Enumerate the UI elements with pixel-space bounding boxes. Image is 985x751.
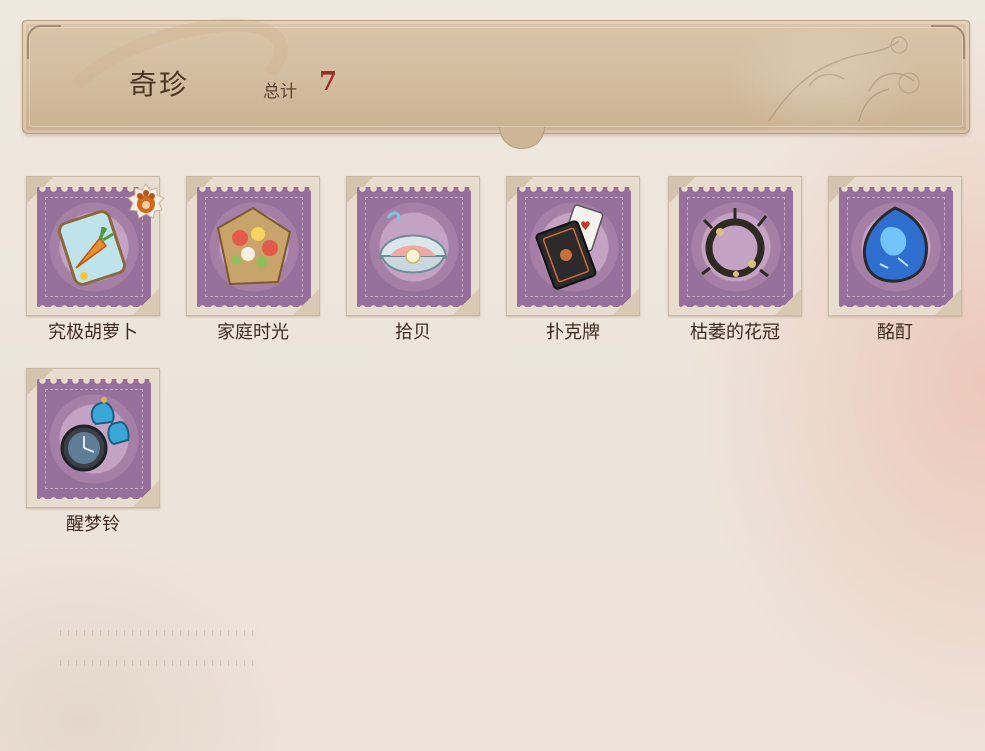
corner-ornament-left <box>27 25 61 59</box>
playing-cards-icon: ♥ <box>535 204 604 290</box>
total-count: 7 <box>319 67 338 97</box>
pearl-shell-icon <box>378 211 448 274</box>
item-label: 酩酊 <box>877 322 913 343</box>
item-label: 究极胡萝卜 <box>48 322 138 343</box>
flower-sketch-decoration <box>768 36 920 122</box>
background-sketch <box>60 630 260 670</box>
blue-gem-icon <box>862 206 928 283</box>
withered-wreath-icon <box>701 208 769 278</box>
collection-item[interactable]: 酩酊 <box>828 176 962 346</box>
collection-item[interactable]: ♥ 扑克牌 <box>506 176 640 346</box>
item-label: 醒梦铃 <box>66 514 120 535</box>
carrot-jar-icon <box>57 210 127 286</box>
header-banner: 奇珍 总计 7 <box>22 0 970 164</box>
paw-badge-icon <box>127 183 165 219</box>
flower-bouquet-icon <box>216 206 292 286</box>
collection-item[interactable]: 究极胡萝卜 <box>26 176 165 346</box>
collection-item[interactable]: 醒梦铃 <box>26 368 160 538</box>
alarm-clock-bell-icon <box>60 397 130 472</box>
item-label: 扑克牌 <box>546 322 600 343</box>
collection-item[interactable]: 家庭时光 <box>186 176 320 346</box>
collection-item[interactable]: 枯萎的花冠 <box>668 176 802 346</box>
total-label: 总计 <box>263 82 297 102</box>
page-title: 奇珍 <box>129 68 190 101</box>
banner-notch <box>499 127 545 149</box>
collection-item[interactable]: 拾贝 <box>346 176 480 346</box>
item-label: 枯萎的花冠 <box>690 322 780 343</box>
collection-grid: 究极胡萝卜 家庭时光 拾贝 ♥ 扑克牌 枯萎的花冠 酩酊 醒梦铃 <box>26 176 966 546</box>
corner-ornament-right <box>931 25 965 59</box>
item-label: 家庭时光 <box>217 322 289 343</box>
item-label: 拾贝 <box>395 322 431 343</box>
